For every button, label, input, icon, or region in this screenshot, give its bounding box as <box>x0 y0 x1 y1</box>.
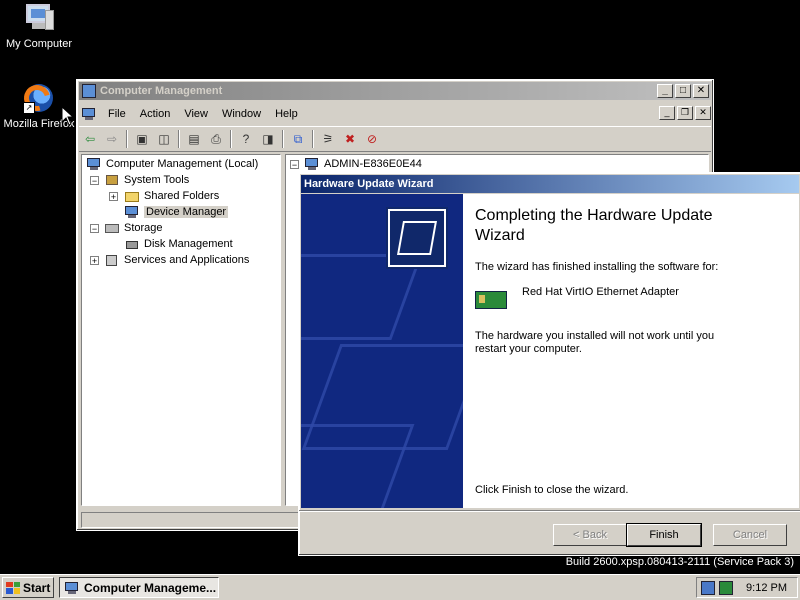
disable-device-icon[interactable]: ⊘ <box>363 130 381 148</box>
update-driver-icon[interactable]: ⚞ <box>319 130 337 148</box>
toolbox-icon <box>104 173 120 187</box>
shared-folder-icon <box>124 189 140 203</box>
wizard-title: Hardware Update Wizard <box>304 178 434 190</box>
mdi-controls: _ ❐ ✕ <box>657 106 711 120</box>
mmc-document-icon <box>81 107 97 121</box>
mdi-minimize-button[interactable]: _ <box>659 106 675 120</box>
windows-logo-icon <box>6 581 20 594</box>
wizard-heading: Completing the Hardware Update Wizard <box>475 207 713 244</box>
tree-item-label: System Tools <box>124 174 190 186</box>
hardware-icon <box>388 209 446 267</box>
wizard-body: Completing the Hardware Update Wizard Th… <box>301 194 799 508</box>
firefox-icon: ↗ <box>19 80 55 116</box>
banner-shape <box>301 424 415 508</box>
wizard-line3: Click Finish to close the wizard. <box>475 484 629 496</box>
mdi-restore-button[interactable]: ❐ <box>677 106 693 120</box>
cancel-button[interactable]: Cancel <box>713 524 787 546</box>
tree-item-disk-management[interactable]: Disk Management <box>124 236 233 252</box>
menu-help[interactable]: Help <box>268 108 305 120</box>
device-name: Red Hat VirtIO Ethernet Adapter <box>522 286 679 298</box>
tree-pane[interactable]: Computer Management (Local) − System Too… <box>81 154 281 506</box>
storage-icon <box>104 221 120 235</box>
menu-bar: File Action View Window Help _ ❐ ✕ <box>79 104 711 124</box>
maximize-button[interactable]: □ <box>675 84 691 98</box>
mouse-cursor-icon <box>61 106 73 126</box>
wizard-line1: The wizard has finished installing the s… <box>475 261 719 273</box>
computer-icon <box>86 157 102 171</box>
tree-item-root[interactable]: Computer Management (Local) <box>86 156 258 172</box>
tree-item-shared-folders[interactable]: Shared Folders <box>124 188 219 204</box>
tree-item-storage[interactable]: Storage <box>104 220 163 236</box>
tree-item-label: Services and Applications <box>124 254 250 266</box>
network-icon[interactable] <box>701 580 715 595</box>
toolbar-separator <box>178 130 180 148</box>
toolbar-separator <box>282 130 284 148</box>
expand-shared-folders-icon[interactable]: + <box>109 192 118 202</box>
toolbar-separator <box>126 130 128 148</box>
minimize-button[interactable]: _ <box>657 84 673 98</box>
show-hide-tree-icon[interactable]: ◫ <box>155 130 173 148</box>
computer-management-icon <box>64 581 80 595</box>
window-titlebar[interactable]: Computer Management _ □ ✕ <box>79 82 711 100</box>
collapse-system-tools-icon[interactable]: − <box>90 176 99 186</box>
window-title: Computer Management <box>100 85 223 97</box>
services-icon <box>104 253 120 267</box>
back-arrow-icon[interactable]: ⇦ <box>81 130 99 148</box>
menu-action[interactable]: Action <box>133 108 178 120</box>
uninstall-icon[interactable]: ✖ <box>341 130 359 148</box>
build-watermark: Build 2600.xpsp.080413-2111 (Service Pac… <box>565 556 794 568</box>
toolbar-separator <box>230 130 232 148</box>
network-adapter-icon <box>475 291 507 309</box>
desktop-icon-label: My Computer <box>5 38 73 50</box>
finish-button[interactable]: Finish <box>626 523 702 547</box>
expand-services-icon[interactable]: + <box>90 256 99 266</box>
mdi-close-button[interactable]: ✕ <box>695 106 711 120</box>
up-folder-icon[interactable]: ▣ <box>133 130 151 148</box>
properties-icon[interactable]: ▤ <box>185 130 203 148</box>
device-manager-icon <box>124 205 140 219</box>
tree-item-services-applications[interactable]: Services and Applications <box>104 252 249 268</box>
taskbar: Start Computer Manageme... 9:12 PM <box>0 574 800 600</box>
forward-arrow-icon[interactable]: ⇨ <box>103 130 121 148</box>
tree-item-label: Device Manager <box>144 206 229 218</box>
device-tree-root-label: ADMIN-E836E0E44 <box>324 158 422 170</box>
my-computer-icon <box>23 2 55 34</box>
tree-item-system-tools[interactable]: System Tools <box>104 172 189 188</box>
system-tray: 9:12 PM <box>696 577 798 598</box>
tree-item-device-manager[interactable]: Device Manager <box>124 204 229 220</box>
print-icon[interactable]: ⎙ <box>207 130 225 148</box>
hardware-tray-icon[interactable] <box>719 580 733 595</box>
device-tree-root[interactable]: ADMIN-E836E0E44 <box>304 156 422 172</box>
collapse-storage-icon[interactable]: − <box>90 224 99 234</box>
menu-view[interactable]: View <box>177 108 215 120</box>
help-icon[interactable]: ? <box>237 130 255 148</box>
hardware-update-wizard-dialog: Hardware Update Wizard Completing the Ha… <box>298 172 800 556</box>
toolbar: ⇦ ⇨ ▣ ◫ ▤ ⎙ ? ◨ ⧉ ⚞ ✖ ⊘ <box>79 126 711 152</box>
wizard-titlebar[interactable]: Hardware Update Wizard <box>301 175 799 193</box>
disk-icon <box>124 237 140 251</box>
close-button[interactable]: ✕ <box>693 84 709 98</box>
wizard-banner <box>301 194 463 508</box>
tree-item-label: Disk Management <box>144 238 233 250</box>
menu-window[interactable]: Window <box>215 108 268 120</box>
start-button[interactable]: Start <box>2 577 54 598</box>
taskbar-item-computer-management[interactable]: Computer Manageme... <box>59 577 219 598</box>
wizard-line2: The hardware you installed will not work… <box>475 330 715 355</box>
help-topics-icon[interactable]: ◨ <box>259 130 277 148</box>
tree-item-label: Computer Management (Local) <box>106 158 259 170</box>
toolbar-separator <box>312 130 314 148</box>
computer-icon <box>304 157 320 171</box>
start-label: Start <box>23 580 51 595</box>
computer-management-icon <box>82 84 96 98</box>
tree-item-label: Shared Folders <box>144 190 220 202</box>
menu-file[interactable]: File <box>101 108 133 120</box>
tree-item-label: Storage <box>124 222 163 234</box>
taskbar-item-label: Computer Manageme... <box>84 580 217 595</box>
scan-hardware-icon[interactable]: ⧉ <box>289 130 307 148</box>
desktop-icon-my-computer[interactable]: My Computer <box>0 2 78 50</box>
clock[interactable]: 9:12 PM <box>746 582 787 594</box>
wizard-footer: < Back Finish Cancel <box>299 510 800 555</box>
back-button[interactable]: < Back <box>553 524 627 546</box>
collapse-computer-icon[interactable]: − <box>290 160 299 170</box>
